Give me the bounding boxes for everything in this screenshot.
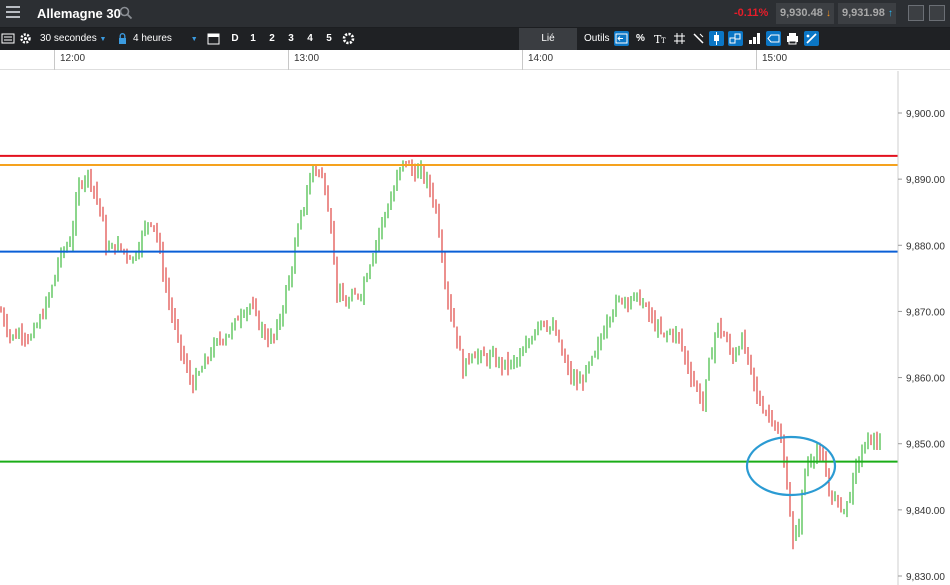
preset-3[interactable]: 3 bbox=[284, 28, 298, 50]
price-axis: 9,830.00 9,840.00 9,850.00 9,860.00 9,870.00… bbox=[897, 71, 950, 585]
svg-text:T: T bbox=[661, 37, 666, 45]
range-select[interactable]: 4 heures ▼ bbox=[133, 28, 198, 50]
time-tick bbox=[288, 50, 289, 70]
undock-icon[interactable] bbox=[908, 5, 924, 21]
sell-price: 9,930.48 bbox=[780, 7, 823, 19]
price-tick-label: 9,880.00 bbox=[906, 241, 945, 252]
price-change: -0.11% bbox=[734, 7, 769, 19]
annotation-ellipse bbox=[745, 435, 837, 497]
arrow-up-icon: ↑ bbox=[887, 8, 893, 19]
print-icon[interactable] bbox=[785, 31, 800, 46]
annotations bbox=[745, 435, 837, 497]
candlestick-icon[interactable] bbox=[709, 31, 724, 46]
crosshair-back-icon[interactable] bbox=[614, 31, 629, 46]
price-tick-label: 9,900.00 bbox=[906, 109, 945, 120]
chart-toolbar: 30 secondes ▼ 4 heures ▼ D 1 2 3 4 5 Lié… bbox=[0, 28, 950, 50]
preset-1[interactable]: 1 bbox=[246, 28, 260, 50]
title-bar: Allemagne 30 -0.11% 9,930.48 ↓ 9,931.98 … bbox=[0, 0, 950, 28]
time-label: 13:00 bbox=[294, 53, 320, 64]
price-tick-label: 9,840.00 bbox=[906, 506, 945, 517]
time-axis: 12:00 13:00 14:00 15:00 bbox=[0, 50, 950, 70]
linked-toggle[interactable]: Lié bbox=[519, 28, 577, 50]
interval-select[interactable]: 30 secondes ▼ bbox=[40, 28, 106, 50]
trading-chart-window: Allemagne 30 -0.11% 9,930.48 ↓ 9,931.98 … bbox=[0, 0, 950, 585]
price-tick-label: 9,850.00 bbox=[906, 440, 945, 451]
grid-icon[interactable] bbox=[672, 31, 687, 46]
sell-price-button[interactable]: 9,930.48 ↓ bbox=[776, 3, 834, 24]
price-tick-label: 9,860.00 bbox=[906, 374, 945, 385]
price-chart[interactable]: 9,893.529,892.149,879.059,847.30 9,830.0… bbox=[0, 71, 950, 585]
horizontal-lines: 9,893.529,892.149,879.059,847.30 bbox=[0, 147, 950, 470]
candles bbox=[0, 159, 881, 550]
lock-icon[interactable] bbox=[115, 31, 130, 46]
calendar-icon[interactable] bbox=[206, 31, 221, 46]
range-value: 4 heures bbox=[133, 33, 172, 44]
preset-day[interactable]: D bbox=[228, 28, 242, 50]
preset-4[interactable]: 4 bbox=[303, 28, 317, 50]
interval-value: 30 secondes bbox=[40, 33, 97, 44]
text-size-icon[interactable]: T T bbox=[653, 31, 668, 46]
time-label: 15:00 bbox=[762, 53, 788, 64]
list-icon[interactable] bbox=[1, 31, 16, 46]
price-tick-label: 9,870.00 bbox=[906, 307, 945, 318]
search-icon[interactable] bbox=[119, 6, 133, 20]
magic-wand-icon[interactable] bbox=[691, 31, 706, 46]
buy-price: 9,931.98 bbox=[842, 7, 885, 19]
price-tick-label: 9,830.00 bbox=[906, 572, 945, 583]
time-label: 12:00 bbox=[60, 53, 86, 64]
preset-2[interactable]: 2 bbox=[265, 28, 279, 50]
time-tick bbox=[54, 50, 55, 70]
buy-price-button[interactable]: 9,931.98 ↑ bbox=[838, 3, 896, 24]
close-window-icon[interactable] bbox=[929, 5, 945, 21]
layout-icon[interactable] bbox=[747, 31, 762, 46]
draw-icon[interactable] bbox=[804, 31, 819, 46]
instrument-name[interactable]: Allemagne 30 bbox=[37, 6, 121, 21]
price-label-icon[interactable] bbox=[766, 31, 781, 46]
chart-type-icon[interactable] bbox=[728, 31, 743, 46]
time-tick bbox=[756, 50, 757, 70]
chevron-down-icon: ▼ bbox=[99, 36, 107, 43]
preset-5[interactable]: 5 bbox=[322, 28, 336, 50]
settings-icon[interactable] bbox=[341, 31, 356, 46]
hamburger-menu-icon[interactable] bbox=[6, 6, 20, 20]
price-tick-label: 9,890.00 bbox=[906, 175, 945, 186]
arrow-down-icon: ↓ bbox=[825, 8, 831, 19]
time-tick bbox=[522, 50, 523, 70]
time-label: 14:00 bbox=[528, 53, 554, 64]
tools-menu[interactable]: Outils bbox=[584, 28, 610, 50]
gear-icon[interactable] bbox=[18, 31, 33, 46]
percent-toggle[interactable]: % bbox=[636, 28, 645, 50]
chevron-down-icon: ▼ bbox=[190, 36, 198, 43]
